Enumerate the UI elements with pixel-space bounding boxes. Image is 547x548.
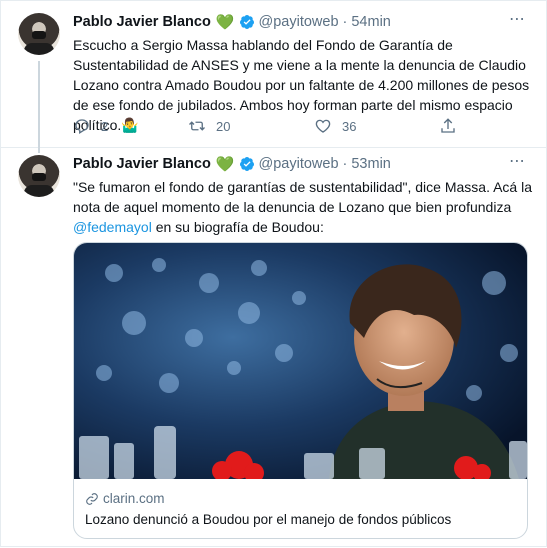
reply-button[interactable]: 2 (73, 117, 108, 135)
card-domain: clarin.com (85, 489, 451, 508)
like-button[interactable]: 36 (314, 117, 356, 135)
tweet-actions: 2 20 36 (73, 117, 463, 137)
avatar[interactable] (18, 155, 60, 197)
author-name[interactable]: Pablo Javier Blanco (73, 156, 211, 172)
timestamp[interactable]: 53min (351, 156, 391, 172)
timeline: Pablo Javier Blanco 💚 @payitoweb · 54min… (0, 0, 547, 547)
link-icon (86, 492, 98, 505)
tweet[interactable]: Pablo Javier Blanco 💚 @payitoweb · 53min… (1, 147, 546, 548)
separator: · (342, 156, 348, 172)
mention-link[interactable]: @fedemayol (73, 219, 152, 235)
retweet-icon (189, 121, 205, 131)
tweet-header: Pablo Javier Blanco 💚 @payitoweb · 53min (73, 155, 391, 173)
timestamp[interactable]: 54min (351, 14, 391, 30)
verified-badge-icon (239, 157, 254, 171)
tweet-header: Pablo Javier Blanco 💚 @payitoweb · 54min (73, 13, 391, 31)
retweet-count: 20 (216, 118, 231, 134)
separator: · (342, 14, 348, 30)
tweet-text-part: "Se fumaron el fondo de garantías de sus… (73, 179, 532, 215)
tweet-text: "Se fumaron el fondo de garantías de sus… (73, 177, 533, 237)
more-options-icon[interactable]: ⋯ (508, 11, 526, 29)
retweet-button[interactable]: 20 (188, 117, 230, 135)
card-meta: clarin.com Lozano denunció a Boudou por … (85, 489, 451, 529)
card-image[interactable] (74, 243, 527, 479)
tweet[interactable]: Pablo Javier Blanco 💚 @payitoweb · 54min… (1, 1, 546, 153)
card-domain-text: clarin.com (103, 491, 165, 506)
thread-line (38, 61, 40, 153)
more-options-icon[interactable]: ⋯ (508, 153, 526, 171)
author-name[interactable]: Pablo Javier Blanco (73, 14, 211, 30)
tweet-text-part: en su biografía de Boudou: (151, 219, 324, 235)
author-handle[interactable]: @payitoweb (259, 14, 339, 30)
share-icon (441, 118, 455, 133)
heart-icon (315, 119, 331, 133)
like-count: 36 (342, 118, 357, 134)
avatar[interactable] (18, 13, 60, 55)
green-heart-icon: 💚 (215, 14, 235, 31)
green-heart-icon: 💚 (215, 156, 235, 173)
card-title: Lozano denunció a Boudou por el manejo d… (85, 512, 452, 527)
verified-badge-icon (239, 15, 254, 29)
share-button[interactable] (439, 117, 457, 135)
author-handle[interactable]: @payitoweb (259, 156, 339, 172)
reply-icon (75, 119, 89, 134)
link-card[interactable]: clarin.com Lozano denunció a Boudou por … (73, 242, 528, 539)
reply-count: 2 (101, 118, 109, 134)
